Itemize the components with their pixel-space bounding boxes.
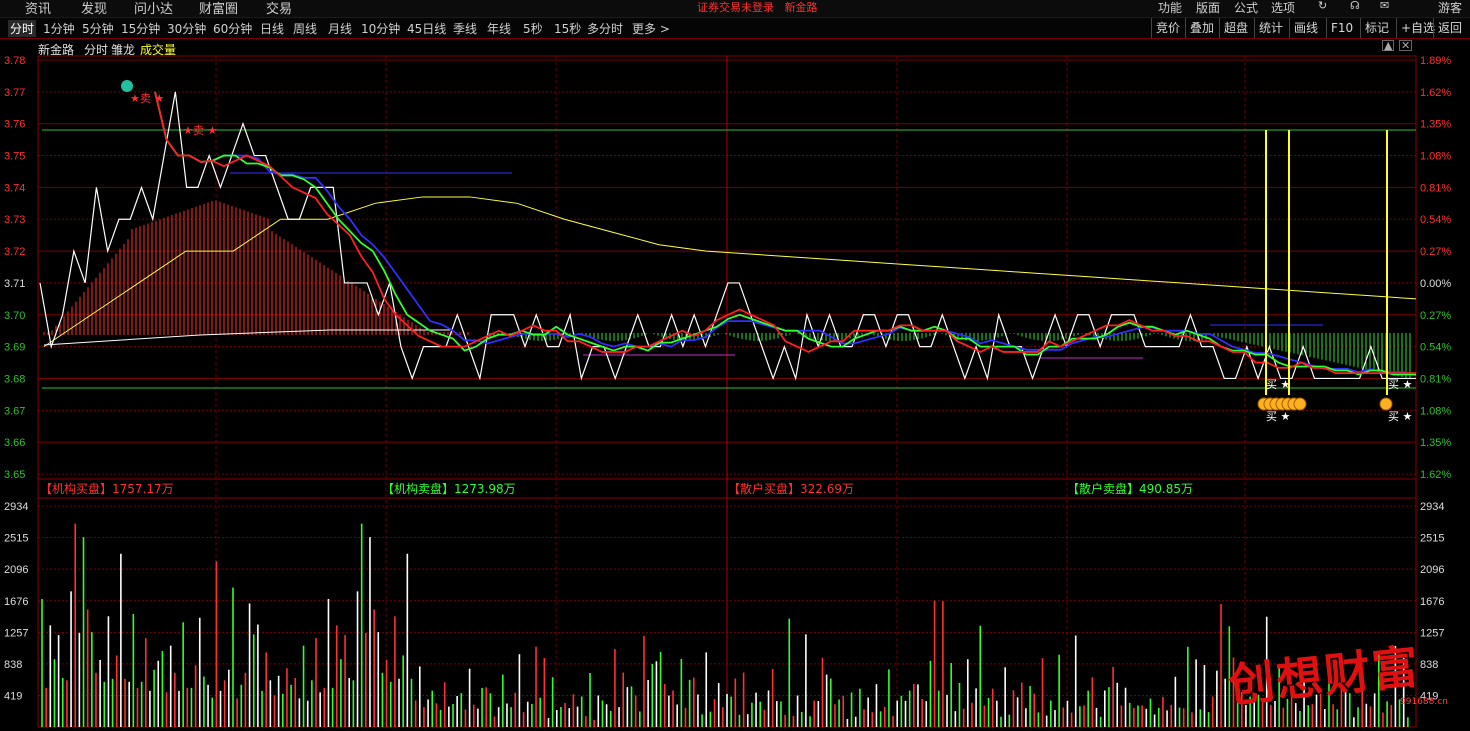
price-line	[39, 91, 1416, 381]
volume-tick-label: 2515	[1420, 533, 1444, 545]
price-tick-label: 3.74	[4, 182, 25, 194]
price-volume-chart[interactable]: 3.78 1.89% 3.77 1.62% 3.76 1.35% 3.75 1.08% 3.74…	[0, 0, 1470, 731]
price-tick-label: 3.72	[4, 246, 25, 258]
percent-tick-label: 1.08%	[1420, 151, 1451, 163]
volume-tick-label: 838	[4, 659, 22, 671]
volume-tick-label: 838	[1420, 659, 1438, 671]
flow-label: 【散户卖盘】490.85万	[1067, 481, 1193, 496]
price-tick-label: 3.77	[4, 87, 25, 99]
percent-tick-label: 1.89%	[1420, 55, 1451, 67]
percent-tick-label: 1.35%	[1420, 437, 1451, 449]
price-tick-label: 3.67	[4, 405, 25, 417]
price-tick-label: 3.65	[4, 469, 25, 481]
flow-label: 【散户买盘】322.69万	[728, 481, 854, 496]
volume-tick-label: 2934	[1420, 501, 1444, 513]
flow-label: 【机构卖盘】1273.98万	[382, 481, 516, 496]
percent-tick-label: 0.54%	[1420, 214, 1451, 226]
percent-tick-label: 0.27%	[1420, 310, 1451, 322]
percent-tick-label: 0.81%	[1420, 373, 1451, 385]
percent-tick-label: 1.08%	[1420, 405, 1451, 417]
price-tick-label: 3.73	[4, 214, 25, 226]
flow-label: 【机构买盘】1757.17万	[40, 481, 174, 496]
volume-tick-label: 1676	[1420, 596, 1444, 608]
sell-signal-icon	[121, 80, 133, 92]
buy-signal-icon	[1379, 397, 1393, 411]
percent-tick-label: 0.81%	[1420, 182, 1451, 194]
sell-signal-label: ★卖 ★	[183, 124, 217, 137]
price-tick-label: 3.78	[4, 55, 25, 67]
buy-signal-label: 买 ★	[1388, 378, 1412, 391]
price-tick-label: 3.75	[4, 151, 25, 163]
percent-tick-label: 0.00%	[1420, 278, 1451, 290]
volume-tick-label: 1257	[4, 627, 28, 639]
watermark-url: 991688.cn	[1400, 697, 1448, 707]
volume-tick-label: 2934	[4, 501, 28, 513]
volume-tick-label: 1257	[1420, 627, 1444, 639]
volume-tick-label: 2096	[1420, 564, 1444, 576]
percent-tick-label: 0.54%	[1420, 342, 1451, 354]
price-tick-label: 3.71	[4, 278, 25, 290]
price-tick-label: 3.68	[4, 373, 25, 385]
price-tick-label: 3.70	[4, 310, 25, 322]
percent-tick-label: 1.62%	[1420, 469, 1451, 481]
price-tick-label: 3.69	[4, 342, 25, 354]
volume-tick-label: 419	[4, 690, 22, 702]
buy-signal-label: 买 ★	[1266, 410, 1290, 423]
percent-tick-label: 1.35%	[1420, 119, 1451, 131]
sell-signal-label: ★卖 ★	[130, 92, 164, 105]
percent-tick-label: 0.27%	[1420, 246, 1451, 258]
buy-signal-icon	[1293, 397, 1307, 411]
buy-signal-label: 买 ★	[1388, 410, 1412, 423]
price-tick-label: 3.76	[4, 119, 25, 131]
percent-tick-label: 1.62%	[1420, 87, 1451, 99]
price-tick-label: 3.66	[4, 437, 25, 449]
volume-tick-label: 2515	[4, 533, 28, 545]
buy-signal-label: 买 ★	[1266, 378, 1290, 391]
volume-tick-label: 1676	[4, 596, 28, 608]
baseline-line	[43, 329, 450, 346]
volume-tick-label: 2096	[4, 564, 28, 576]
